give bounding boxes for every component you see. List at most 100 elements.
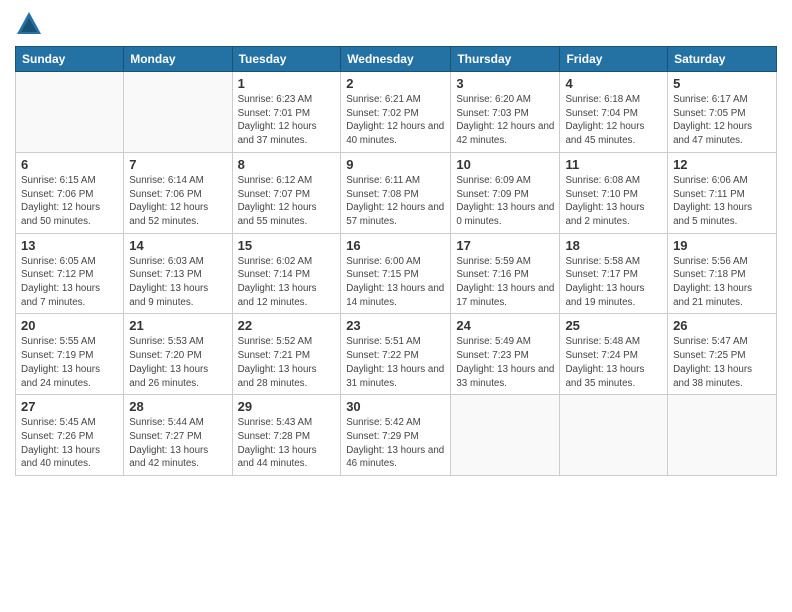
day-number: 30 (346, 399, 445, 414)
calendar-day-cell: 23 Sunrise: 5:51 AM Sunset: 7:22 PM Dayli… (341, 314, 451, 395)
weekday-header: Tuesday (232, 47, 341, 72)
calendar-day-cell: 29Sunrise: 5:43 AM Sunset: 7:28 PM Dayli… (232, 395, 341, 476)
day-info: Sunrise: 6:12 AM Sunset: 7:07 PM Dayligh… (238, 174, 336, 229)
calendar-day-cell: 5 Sunrise: 6:17 AM Sunset: 7:05 PM Daylig… (668, 72, 777, 153)
day-info: Sunrise: 6:21 AM Sunset: 7:02 PM Dayligh… (346, 93, 445, 148)
day-info: Sunrise: 5:56 AM Sunset: 7:18 PM Dayligh… (673, 255, 771, 310)
day-number: 25 (565, 318, 662, 333)
day-info: Sunrise: 5:42 AM Sunset: 7:29 PM Dayligh… (346, 416, 445, 471)
day-info: Sunrise: 6:23 AM Sunset: 7:01 PM Dayligh… (238, 93, 336, 148)
calendar-day-cell (16, 72, 124, 153)
day-number: 11 (565, 157, 662, 172)
calendar-day-cell: 11 Sunrise: 6:08 AM Sunset: 7:10 PM Dayli… (560, 152, 668, 233)
day-info: Sunrise: 6:08 AM Sunset: 7:10 PM Dayligh… (565, 174, 662, 229)
calendar-day-cell: 12 Sunrise: 6:06 AM Sunset: 7:11 PM Dayli… (668, 152, 777, 233)
day-info: Sunrise: 5:58 AM Sunset: 7:17 PM Dayligh… (565, 255, 662, 310)
day-number: 2 (346, 76, 445, 91)
day-number: 4 (565, 76, 662, 91)
day-number: 24 (456, 318, 554, 333)
day-number: 23 (346, 318, 445, 333)
calendar-day-cell: 17 Sunrise: 5:59 AM Sunset: 7:16 PM Dayli… (451, 233, 560, 314)
calendar-day-cell: 20 Sunrise: 5:55 AM Sunset: 7:19 PM Dayli… (16, 314, 124, 395)
day-info: Sunrise: 5:53 AM Sunset: 7:20 PM Dayligh… (129, 335, 226, 390)
calendar-day-cell: 2 Sunrise: 6:21 AM Sunset: 7:02 PM Daylig… (341, 72, 451, 153)
calendar-day-cell (668, 395, 777, 476)
day-number: 22 (238, 318, 336, 333)
day-number: 10 (456, 157, 554, 172)
calendar-day-cell (560, 395, 668, 476)
day-number: 13 (21, 238, 118, 253)
day-info: Sunrise: 6:18 AM Sunset: 7:04 PM Dayligh… (565, 93, 662, 148)
calendar-day-cell: 3Sunrise: 6:20 AM Sunset: 7:03 PM Daylig… (451, 72, 560, 153)
calendar-day-cell: 22Sunrise: 5:52 AM Sunset: 7:21 PM Dayli… (232, 314, 341, 395)
day-number: 6 (21, 157, 118, 172)
day-number: 20 (21, 318, 118, 333)
calendar-day-cell: 19 Sunrise: 5:56 AM Sunset: 7:18 PM Dayli… (668, 233, 777, 314)
calendar-day-cell: 18 Sunrise: 5:58 AM Sunset: 7:17 PM Dayli… (560, 233, 668, 314)
day-info: Sunrise: 6:11 AM Sunset: 7:08 PM Dayligh… (346, 174, 445, 229)
calendar-day-cell: 14Sunrise: 6:03 AM Sunset: 7:13 PM Dayli… (124, 233, 232, 314)
day-number: 12 (673, 157, 771, 172)
calendar-header: SundayMondayTuesdayWednesdayThursdayFrid… (16, 47, 777, 72)
calendar-day-cell: 28 Sunrise: 5:44 AM Sunset: 7:27 PM Dayli… (124, 395, 232, 476)
header (15, 10, 777, 38)
logo-icon (15, 10, 43, 38)
calendar-day-cell (124, 72, 232, 153)
calendar-day-cell: 21 Sunrise: 5:53 AM Sunset: 7:20 PM Dayli… (124, 314, 232, 395)
day-number: 28 (129, 399, 226, 414)
weekday-header: Friday (560, 47, 668, 72)
calendar-day-cell: 6 Sunrise: 6:15 AM Sunset: 7:06 PM Daylig… (16, 152, 124, 233)
day-info: Sunrise: 5:47 AM Sunset: 7:25 PM Dayligh… (673, 335, 771, 390)
day-number: 17 (456, 238, 554, 253)
calendar-day-cell: 30 Sunrise: 5:42 AM Sunset: 7:29 PM Dayli… (341, 395, 451, 476)
day-info: Sunrise: 5:44 AM Sunset: 7:27 PM Dayligh… (129, 416, 226, 471)
day-info: Sunrise: 6:15 AM Sunset: 7:06 PM Dayligh… (21, 174, 118, 229)
calendar-day-cell: 7 Sunrise: 6:14 AM Sunset: 7:06 PM Daylig… (124, 152, 232, 233)
day-number: 15 (238, 238, 336, 253)
day-number: 27 (21, 399, 118, 414)
calendar-day-cell: 25 Sunrise: 5:48 AM Sunset: 7:24 PM Dayli… (560, 314, 668, 395)
weekday-header: Monday (124, 47, 232, 72)
day-number: 18 (565, 238, 662, 253)
day-info: Sunrise: 5:51 AM Sunset: 7:22 PM Dayligh… (346, 335, 445, 390)
day-number: 21 (129, 318, 226, 333)
calendar-day-cell: 16 Sunrise: 6:00 AM Sunset: 7:15 PM Dayli… (341, 233, 451, 314)
calendar-day-cell: 8Sunrise: 6:12 AM Sunset: 7:07 PM Daylig… (232, 152, 341, 233)
calendar-week-row: 20 Sunrise: 5:55 AM Sunset: 7:19 PM Dayli… (16, 314, 777, 395)
calendar-day-cell (451, 395, 560, 476)
day-info: Sunrise: 6:14 AM Sunset: 7:06 PM Dayligh… (129, 174, 226, 229)
day-info: Sunrise: 6:02 AM Sunset: 7:14 PM Dayligh… (238, 255, 336, 310)
calendar-day-cell: 15 Sunrise: 6:02 AM Sunset: 7:14 PM Dayli… (232, 233, 341, 314)
calendar-day-cell: 24 Sunrise: 5:49 AM Sunset: 7:23 PM Dayli… (451, 314, 560, 395)
day-info: Sunrise: 5:48 AM Sunset: 7:24 PM Dayligh… (565, 335, 662, 390)
day-info: Sunrise: 6:05 AM Sunset: 7:12 PM Dayligh… (21, 255, 118, 310)
calendar-table: SundayMondayTuesdayWednesdayThursdayFrid… (15, 46, 777, 476)
day-info: Sunrise: 5:45 AM Sunset: 7:26 PM Dayligh… (21, 416, 118, 471)
weekday-header: Wednesday (341, 47, 451, 72)
day-info: Sunrise: 5:55 AM Sunset: 7:19 PM Dayligh… (21, 335, 118, 390)
day-number: 16 (346, 238, 445, 253)
calendar-day-cell: 13 Sunrise: 6:05 AM Sunset: 7:12 PM Dayli… (16, 233, 124, 314)
day-number: 19 (673, 238, 771, 253)
calendar-day-cell: 26Sunrise: 5:47 AM Sunset: 7:25 PM Dayli… (668, 314, 777, 395)
day-info: Sunrise: 5:59 AM Sunset: 7:16 PM Dayligh… (456, 255, 554, 310)
calendar-week-row: 6 Sunrise: 6:15 AM Sunset: 7:06 PM Daylig… (16, 152, 777, 233)
logo (15, 10, 47, 38)
day-info: Sunrise: 6:00 AM Sunset: 7:15 PM Dayligh… (346, 255, 445, 310)
day-info: Sunrise: 6:17 AM Sunset: 7:05 PM Dayligh… (673, 93, 771, 148)
day-number: 9 (346, 157, 445, 172)
calendar-day-cell: 27 Sunrise: 5:45 AM Sunset: 7:26 PM Dayli… (16, 395, 124, 476)
calendar-day-cell: 10 Sunrise: 6:09 AM Sunset: 7:09 PM Dayli… (451, 152, 560, 233)
weekday-header: Saturday (668, 47, 777, 72)
day-info: Sunrise: 6:09 AM Sunset: 7:09 PM Dayligh… (456, 174, 554, 229)
weekday-row: SundayMondayTuesdayWednesdayThursdayFrid… (16, 47, 777, 72)
day-number: 5 (673, 76, 771, 91)
weekday-header: Thursday (451, 47, 560, 72)
day-number: 3 (456, 76, 554, 91)
day-info: Sunrise: 5:49 AM Sunset: 7:23 PM Dayligh… (456, 335, 554, 390)
calendar-day-cell: 1Sunrise: 6:23 AM Sunset: 7:01 PM Daylig… (232, 72, 341, 153)
day-number: 7 (129, 157, 226, 172)
calendar-week-row: 1Sunrise: 6:23 AM Sunset: 7:01 PM Daylig… (16, 72, 777, 153)
day-info: Sunrise: 6:06 AM Sunset: 7:11 PM Dayligh… (673, 174, 771, 229)
day-number: 14 (129, 238, 226, 253)
